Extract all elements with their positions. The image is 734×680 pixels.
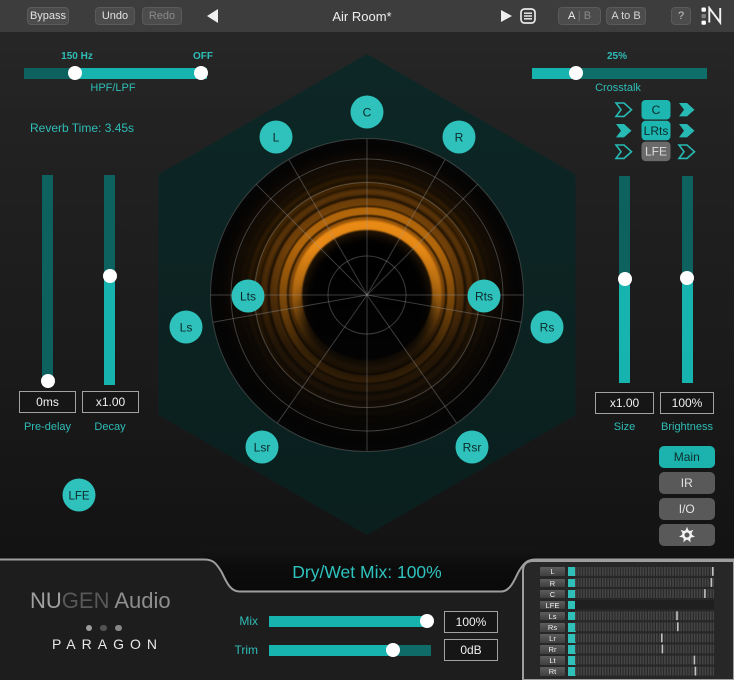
svg-text:Rsr: Rsr xyxy=(463,441,482,455)
svg-text:Rs: Rs xyxy=(540,321,555,335)
svg-text:LFE: LFE xyxy=(645,145,667,159)
svg-text:Lts: Lts xyxy=(240,290,256,304)
svg-text:Rts: Rts xyxy=(475,290,493,304)
svg-text:R: R xyxy=(455,131,464,145)
svg-text:LRts: LRts xyxy=(644,124,669,138)
svg-text:LFE: LFE xyxy=(68,491,89,503)
svg-text:C: C xyxy=(652,103,661,117)
svg-text:Lsr: Lsr xyxy=(254,441,271,455)
svg-text:C: C xyxy=(363,106,372,120)
svg-text:Ls: Ls xyxy=(180,321,193,335)
svg-text:L: L xyxy=(273,131,280,145)
